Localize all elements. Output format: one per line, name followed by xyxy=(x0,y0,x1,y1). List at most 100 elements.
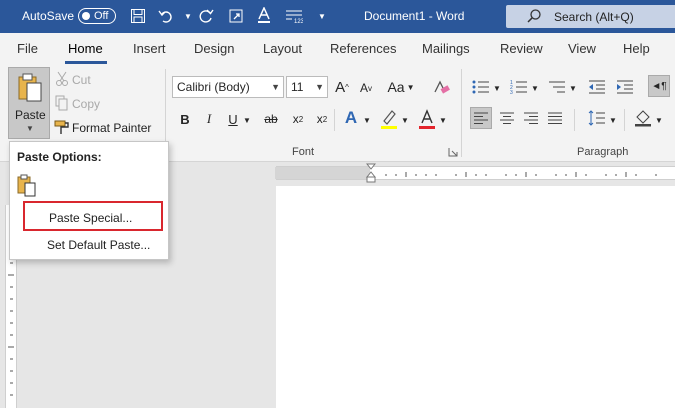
paste-options-menu: Paste Options: Paste Special... Set Defa… xyxy=(9,141,169,260)
paste-special-item[interactable]: Paste Special... xyxy=(23,201,163,231)
numbering-icon[interactable]: 123 xyxy=(508,77,530,97)
align-right-icon[interactable] xyxy=(520,107,542,129)
italic-icon[interactable]: I xyxy=(200,109,218,129)
highlight-color-icon[interactable] xyxy=(378,107,400,131)
line-spacing-icon[interactable] xyxy=(586,107,608,129)
copy-icon xyxy=(55,95,69,111)
document-page[interactable] xyxy=(276,186,675,408)
copy-button[interactable]: Copy xyxy=(72,97,100,111)
strikethrough-icon[interactable]: ab xyxy=(260,109,282,129)
paste-dropdown-icon: ▼ xyxy=(26,124,34,133)
shading-icon[interactable] xyxy=(632,107,654,129)
save-icon[interactable] xyxy=(128,6,148,26)
indent-marker-icon[interactable] xyxy=(366,163,376,183)
clipboard-icon xyxy=(18,73,42,102)
paste-button[interactable]: Paste ▼ xyxy=(8,67,50,139)
tab-review[interactable]: Review xyxy=(500,41,543,56)
font-name-value: Calibri (Body) xyxy=(177,80,250,94)
font-color-icon[interactable] xyxy=(416,107,438,131)
tab-help[interactable]: Help xyxy=(623,41,650,56)
redo-icon[interactable] xyxy=(196,6,216,26)
touch-mode-icon[interactable] xyxy=(226,6,246,26)
horizontal-ruler[interactable] xyxy=(275,163,675,183)
ruler-ticks xyxy=(385,172,657,177)
paste-label: Paste xyxy=(15,108,46,122)
subscript-icon[interactable]: x2 xyxy=(288,109,308,129)
font-name-combo[interactable]: Calibri (Body) ▼ xyxy=(172,76,284,98)
paragraph-group-label: Paragraph xyxy=(577,146,629,158)
tab-design[interactable]: Design xyxy=(194,41,234,56)
grow-font-icon[interactable]: A ^ xyxy=(332,77,352,97)
font-size-combo[interactable]: 11 ▼ xyxy=(286,76,328,98)
toggle-knob xyxy=(82,12,90,20)
svg-text:3: 3 xyxy=(510,90,513,95)
chevron-down-icon: ▼ xyxy=(315,82,324,92)
font-color-qa-icon[interactable] xyxy=(254,6,274,26)
group-separator xyxy=(574,109,575,131)
set-default-paste-item[interactable]: Set Default Paste... xyxy=(23,230,163,260)
tab-layout[interactable]: Layout xyxy=(263,41,302,56)
group-separator xyxy=(334,109,335,131)
tab-view[interactable]: View xyxy=(568,41,596,56)
search-placeholder: Search (Alt+Q) xyxy=(554,10,634,24)
multilevel-list-icon[interactable] xyxy=(546,77,568,97)
chevron-down-icon[interactable]: ▼ xyxy=(608,113,618,127)
numbering-qa-icon[interactable]: 123 xyxy=(284,6,304,26)
document-title: Document1 - Word xyxy=(364,9,465,23)
shrink-font-icon[interactable]: Av xyxy=(356,79,376,97)
decrease-indent-icon[interactable] xyxy=(586,77,608,97)
svg-text:123: 123 xyxy=(294,19,303,24)
chevron-down-icon[interactable]: ▼ xyxy=(568,81,578,95)
search-icon xyxy=(527,9,541,23)
undo-icon[interactable] xyxy=(156,6,176,26)
increase-indent-icon[interactable] xyxy=(614,77,636,97)
align-center-icon[interactable] xyxy=(496,107,518,129)
search-box[interactable]: Search (Alt+Q) xyxy=(506,5,675,28)
cut-icon xyxy=(55,71,69,87)
keep-source-formatting-icon[interactable] xyxy=(16,174,38,198)
autosave-label: AutoSave xyxy=(22,9,75,23)
paste-special-label: Paste Special... xyxy=(49,211,133,225)
autosave-state: Off xyxy=(94,10,109,22)
tab-references[interactable]: References xyxy=(330,41,396,56)
font-group-label: Font xyxy=(292,146,315,158)
chevron-down-icon[interactable]: ▼ xyxy=(438,113,448,127)
tab-file[interactable]: File xyxy=(17,41,38,56)
font-size-value: 11 xyxy=(291,80,304,94)
autosave-toggle[interactable]: Off xyxy=(78,8,116,24)
chevron-down-icon[interactable]: ▼ xyxy=(400,113,410,127)
underline-icon[interactable]: U xyxy=(224,109,242,129)
bullets-icon[interactable] xyxy=(470,77,492,97)
highlight-bar xyxy=(381,126,397,129)
chevron-down-icon[interactable]: ▼ xyxy=(362,113,372,127)
tab-home[interactable]: Home xyxy=(68,41,103,56)
paste-options-title: Paste Options: xyxy=(17,150,102,164)
change-case-icon[interactable]: Aa ▼ xyxy=(386,77,416,97)
chevron-down-icon: ▼ xyxy=(271,82,280,92)
text-effects-icon[interactable]: A xyxy=(340,107,362,129)
group-separator xyxy=(624,109,625,131)
tab-mailings[interactable]: Mailings xyxy=(422,41,470,56)
customize-toolbar-icon[interactable]: ▼ xyxy=(312,6,332,26)
justify-icon[interactable] xyxy=(544,107,566,129)
align-left-icon[interactable] xyxy=(470,107,492,129)
group-separator xyxy=(461,69,462,157)
set-default-paste-label: Set Default Paste... xyxy=(47,238,151,252)
format-painter-icon xyxy=(54,119,70,135)
bold-icon[interactable]: B xyxy=(176,109,194,129)
undo-dropdown-icon[interactable]: ▼ xyxy=(178,6,198,26)
cut-button[interactable]: Cut xyxy=(72,73,91,87)
tab-insert[interactable]: Insert xyxy=(133,41,166,56)
chevron-down-icon[interactable]: ▼ xyxy=(242,113,252,127)
chevron-down-icon[interactable]: ▼ xyxy=(530,81,540,95)
chevron-down-icon[interactable]: ▼ xyxy=(492,81,502,95)
show-formatting-marks-icon[interactable]: ◄¶ xyxy=(648,75,670,97)
format-painter-button[interactable]: Format Painter xyxy=(72,121,151,135)
superscript-icon[interactable]: x2 xyxy=(312,109,332,129)
title-bar: AutoSave Off ▼ 123 ▼ Document1 - Word Se… xyxy=(0,0,675,33)
font-dialog-launcher-icon[interactable] xyxy=(447,146,459,158)
clear-formatting-icon[interactable] xyxy=(430,77,452,97)
active-tab-indicator xyxy=(65,61,107,64)
chevron-down-icon[interactable]: ▼ xyxy=(654,113,664,127)
ruler-left-margin xyxy=(275,167,370,179)
